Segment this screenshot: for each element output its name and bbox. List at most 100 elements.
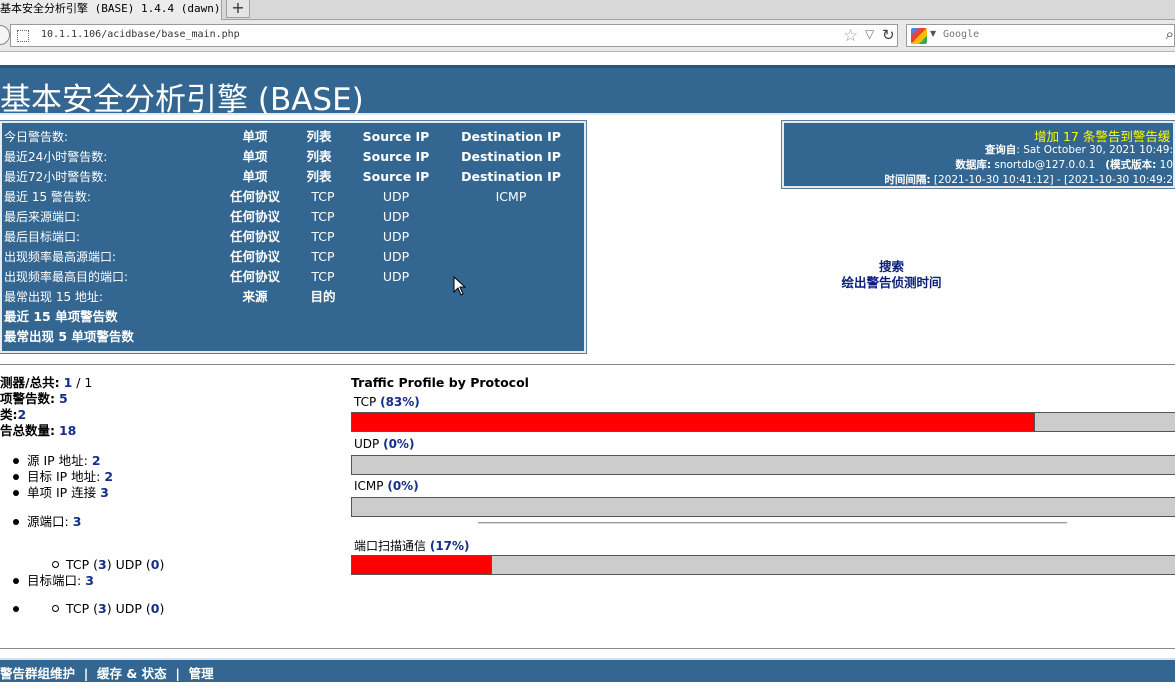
unique-alerts-label: 项警告数: (0, 391, 55, 406)
back-icon[interactable] (0, 25, 10, 45)
bullet (13, 519, 19, 525)
last24-source-ip-link[interactable]: Source IP (354, 147, 438, 167)
src-port-tcp-link[interactable]: TCP (294, 207, 352, 227)
dst-port-tcp-link[interactable]: TCP (294, 227, 352, 247)
last15-tcp-link[interactable]: TCP (294, 187, 352, 207)
last72-unique-link[interactable]: 单项 (220, 167, 290, 187)
addr-destination-link[interactable]: 目的 (294, 287, 352, 307)
dst-ip-label: 目标 IP 地址: (27, 469, 101, 484)
database-value: snortdb@127.0.0.1 (991, 159, 1096, 171)
today-listing-link[interactable]: 列表 (294, 127, 344, 147)
last24-listing-link[interactable]: 列表 (294, 147, 344, 167)
search-link[interactable]: 搜索 (800, 259, 983, 275)
last72-destination-ip-link[interactable]: Destination IP (454, 167, 568, 187)
sensors-label: 测器/总共: (0, 375, 60, 390)
src-port-label: 源端口: (27, 514, 69, 529)
total-alerts-label: 告总数量: (0, 423, 55, 438)
unique-conn-link[interactable]: 3 (100, 485, 109, 500)
close-paren: ) (159, 601, 165, 616)
category-link[interactable]: 2 (18, 407, 27, 422)
src-udp-label: ) UDP ( (106, 557, 151, 572)
src-ip-link[interactable]: 2 (92, 453, 101, 468)
bullet (13, 606, 19, 612)
search-input[interactable]: Google (943, 29, 979, 40)
src-port-any-protocol-link[interactable]: 任何协议 (220, 207, 290, 227)
tcp-row-label: TCP (83%) (354, 395, 420, 409)
icmp-bar (351, 497, 1175, 517)
queried-on-label: 查询自 (984, 144, 1017, 156)
frequent-unique-alerts-link[interactable]: 最常出现 5 单项警告数 (4, 327, 134, 347)
sensors-stat: 测器/总共: 1 / 1 (0, 375, 92, 391)
freq-dst-any-protocol-link[interactable]: 任何协议 (220, 267, 290, 287)
today-alerts-label: 今日警告数: (4, 130, 69, 144)
last15-icmp-link[interactable]: ICMP (454, 187, 568, 207)
src-port-link[interactable]: 3 (73, 514, 82, 529)
queried-on-line: 查询自: Sat October 30, 2021 10:49: (985, 142, 1173, 158)
administration-link[interactable]: 管理 (189, 666, 214, 681)
freq-src-udp-link[interactable]: UDP (354, 247, 438, 267)
search-box[interactable]: ▼ Google ⌕ (906, 24, 1175, 47)
src-port-udp-link[interactable]: UDP (354, 207, 438, 227)
last15-udp-link[interactable]: UDP (354, 187, 438, 207)
sensors-total: / 1 (72, 375, 93, 390)
dst-port-label: 目标端口: (27, 573, 82, 588)
page-title: 基本安全分析引擎 (BASE) (0, 82, 364, 118)
last72-source-ip-link[interactable]: Source IP (354, 167, 438, 187)
dst-tcp-link[interactable]: 3 (98, 601, 107, 616)
unique-alerts-link[interactable]: 5 (59, 391, 68, 406)
icmp-percent-link[interactable]: (0%) (387, 479, 418, 493)
portscan-bar-fill (352, 556, 492, 574)
today-source-ip-link[interactable]: Source IP (354, 127, 438, 147)
portscan-percent-link[interactable]: (17%) (430, 539, 470, 553)
last72-listing-link[interactable]: 列表 (294, 167, 344, 187)
sensors-link[interactable]: 1 (64, 375, 73, 390)
unique-alerts-stat: 项警告数: 5 (0, 391, 68, 407)
total-alerts-link[interactable]: 18 (59, 423, 76, 438)
graph-alert-time-link[interactable]: 绘出警告侦测时间 (800, 275, 983, 291)
freq-src-tcp-link[interactable]: TCP (294, 247, 352, 267)
udp-percent-link[interactable]: (0%) (383, 437, 414, 451)
close-paren: ) (159, 557, 165, 572)
total-alerts-stat: 告总数量: 18 (0, 423, 76, 439)
engine-dropdown-icon[interactable]: ▼ (930, 29, 936, 38)
new-tab-button[interactable]: + (226, 0, 250, 18)
freq-dst-tcp-link[interactable]: TCP (294, 267, 352, 287)
bullet (13, 474, 19, 480)
dst-ip-link[interactable]: 2 (104, 469, 113, 484)
freq-src-any-protocol-link[interactable]: 任何协议 (220, 247, 290, 267)
addr-source-link[interactable]: 来源 (220, 287, 290, 307)
dst-port-any-protocol-link[interactable]: 任何协议 (220, 227, 290, 247)
address-bar[interactable]: 10.1.1.106/acidbase/base_main.php ☆ ▽ ↻ (10, 24, 898, 47)
browser-tab[interactable]: 基本安全分析引擎 (BASE) 1.4.4 (dawn) (0, 0, 222, 20)
sub-bullet (52, 561, 59, 568)
url-text[interactable]: 10.1.1.106/acidbase/base_main.php (41, 29, 240, 40)
portscan-label: 端口扫描通信 (354, 539, 427, 553)
search-icon[interactable]: ⌕ (1166, 25, 1174, 43)
tcp-percent-link[interactable]: (83%) (380, 395, 420, 409)
alert-group-maintenance-link[interactable]: 警告群组维护 (0, 666, 75, 681)
bookmark-star-icon[interactable]: ☆ (843, 26, 858, 46)
icmp-row-label: ICMP (0%) (354, 479, 419, 493)
today-destination-ip-link[interactable]: Destination IP (454, 127, 568, 147)
freq-dst-udp-link[interactable]: UDP (354, 267, 438, 287)
last24-destination-ip-link[interactable]: Destination IP (454, 147, 568, 167)
dst-port-link[interactable]: 3 (85, 573, 94, 588)
src-port-protocols: TCP (3) UDP (0) (66, 557, 164, 573)
today-unique-link[interactable]: 单项 (220, 127, 290, 147)
time-window-line: 时间间隔: [2021-10-30 10:41:12] - [2021-10-3… (884, 172, 1173, 186)
cache-status-link[interactable]: 缓存 & 状态 (97, 666, 167, 681)
dst-port-udp-link[interactable]: UDP (354, 227, 438, 247)
history-dropdown-icon[interactable]: ▽ (865, 27, 874, 41)
reload-icon[interactable]: ↻ (882, 26, 895, 44)
dst-port-stat: 目标端口: 3 (27, 573, 94, 589)
divider-top (0, 364, 1175, 365)
site-identity-icon[interactable] (17, 30, 29, 42)
last15-any-protocol-link[interactable]: 任何协议 (220, 187, 290, 207)
google-icon[interactable] (911, 28, 927, 44)
recent-unique-alerts-link[interactable]: 最近 15 单项警告数 (4, 307, 118, 327)
page-top-strip (0, 53, 1175, 65)
last24-unique-link[interactable]: 单项 (220, 147, 290, 167)
tcp-bar-fill (352, 413, 1035, 431)
last24-alerts-label: 最近24小时警告数: (4, 150, 108, 164)
src-tcp-link[interactable]: 3 (98, 557, 107, 572)
